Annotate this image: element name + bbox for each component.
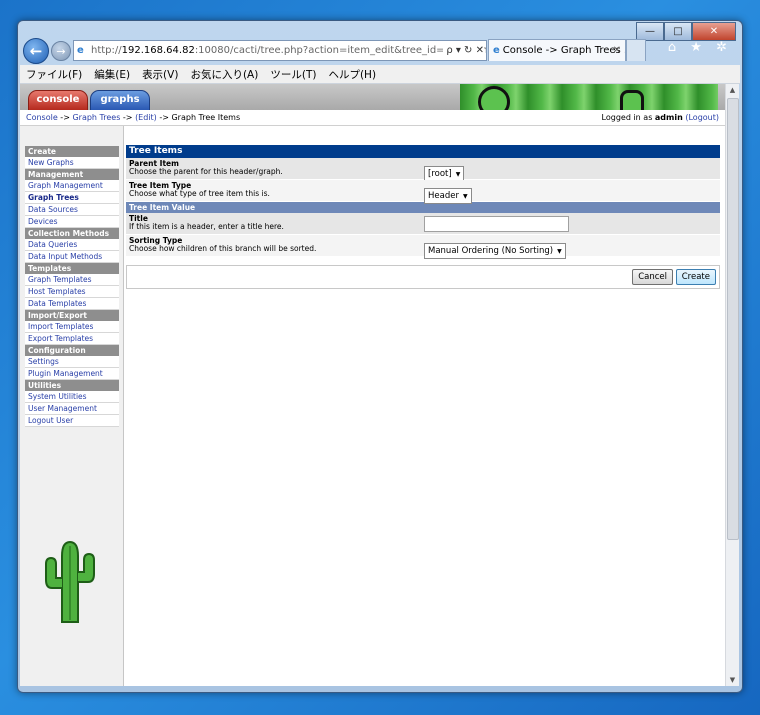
sorting-value: Manual Ordering (No Sorting) [428, 246, 554, 256]
url-prefix: http:// [91, 45, 122, 56]
scroll-thumb[interactable] [727, 98, 739, 540]
menu-edit[interactable]: 編集(E) [88, 67, 136, 82]
parent-item-desc: Choose the parent for this header/graph. [129, 167, 283, 176]
sidebar-section-header: Create [25, 146, 119, 157]
sidebar-section-header: Configuration [25, 345, 119, 356]
home-favorites-tools-icons[interactable]: ⌂ ★ ✲ [668, 40, 732, 55]
sidebar-item-settings[interactable]: Settings [25, 356, 119, 368]
cacti-header: console graphs [20, 84, 725, 124]
scroll-up-icon[interactable]: ▲ [726, 84, 739, 96]
menu-favorites[interactable]: お気に入り(A) [184, 67, 264, 82]
menu-tools[interactable]: ツール(T) [264, 67, 322, 82]
sidebar-section-header: Import/Export [25, 310, 119, 321]
browser-tab[interactable]: e Console -> Graph Trees ... ✕ [488, 39, 626, 61]
form-title: Tree Items [126, 145, 720, 158]
sorting-select[interactable]: Manual Ordering (No Sorting) ▼ [424, 243, 566, 259]
sidebar-item-user-management[interactable]: User Management [25, 403, 119, 415]
sidebar-item-data-templates[interactable]: Data Templates [25, 298, 119, 310]
sidebar-item-devices[interactable]: Devices [25, 216, 119, 228]
sidebar-section-header: Management [25, 169, 119, 180]
back-button[interactable]: ← [23, 38, 49, 64]
sidebar-item-new-graphs[interactable]: New Graphs [25, 157, 119, 169]
cacti-logo [45, 540, 95, 623]
tree-items-form: Tree Items Parent Item Choose the parent … [126, 145, 720, 289]
item-type-row: Tree Item Type Choose what type of tree i… [126, 180, 720, 204]
browser-window: — □ ✕ ← → e http://192.168.64.82:10080/ca… [17, 20, 743, 693]
breadcrumb-current: -> Graph Tree Items [156, 113, 241, 122]
sidebar-item-graph-trees[interactable]: Graph Trees [25, 192, 119, 204]
sidebar: Create New Graphs Management Graph Manageme… [20, 126, 124, 686]
menu-view[interactable]: 表示(V) [136, 67, 184, 82]
forward-button[interactable]: → [51, 41, 71, 61]
sidebar-item-data-sources[interactable]: Data Sources [25, 204, 119, 216]
menu-help[interactable]: ヘルプ(H) [322, 67, 382, 82]
chevron-down-icon: ▼ [462, 193, 468, 200]
parent-item-value: [root] [428, 169, 452, 179]
tab-ie-icon: e [493, 45, 500, 56]
create-button[interactable]: Create [675, 269, 716, 285]
sidebar-item-data-queries[interactable]: Data Queries [25, 239, 119, 251]
menu-file[interactable]: ファイル(F) [20, 67, 88, 82]
url-host: 192.168.64.82 [121, 45, 195, 56]
title-desc: If this item is a header, enter a title … [129, 222, 284, 231]
tab-title: Console -> Graph Trees ... [502, 45, 626, 56]
sidebar-item-import-templates[interactable]: Import Templates [25, 321, 119, 333]
sidebar-item-plugin-management[interactable]: Plugin Management [25, 368, 119, 380]
login-prefix: Logged in as [601, 113, 655, 122]
breadcrumb-edit-link[interactable]: (Edit) [135, 113, 157, 122]
item-type-value: Header [428, 191, 459, 201]
tree-item-value-header: Tree Item Value [126, 202, 720, 213]
menu-bar: ファイル(F) 編集(E) 表示(V) お気に入り(A) ツール(T) ヘルプ(… [20, 65, 740, 84]
sidebar-item-data-input-methods[interactable]: Data Input Methods [25, 251, 119, 263]
chevron-down-icon: ▼ [455, 171, 461, 178]
sidebar-section-header: Utilities [25, 380, 119, 391]
breadcrumb-sep: -> [57, 113, 73, 122]
breadcrumb-graph-trees-link[interactable]: Graph Trees [72, 113, 120, 122]
address-tools[interactable]: ρ ▾ ↻ ✕ [443, 41, 484, 60]
cancel-button[interactable]: Cancel [632, 269, 673, 285]
parent-item-row: Parent Item Choose the parent for this he… [126, 158, 720, 182]
sidebar-section-header: Collection Methods [25, 228, 119, 239]
console-tab[interactable]: console [28, 90, 88, 111]
tab-close-icon[interactable]: ✕ [613, 40, 621, 61]
breadcrumb: Console -> Graph Trees -> (Edit) -> Grap… [20, 110, 725, 126]
address-bar[interactable]: e http://192.168.64.82:10080/cacti/tree.p… [73, 40, 487, 61]
sorting-desc: Choose how children of this branch will … [129, 244, 317, 253]
login-user: admin [654, 113, 683, 122]
sorting-row: Sorting Type Choose how children of this … [126, 235, 720, 259]
logout-link[interactable]: (Logout) [685, 113, 719, 122]
sidebar-item-logout-user[interactable]: Logout User [25, 415, 119, 427]
sidebar-section-header: Templates [25, 263, 119, 274]
sidebar-item-system-utilities[interactable]: System Utilities [25, 391, 119, 403]
sidebar-item-graph-templates[interactable]: Graph Templates [25, 274, 119, 286]
cactus-banner-image [460, 84, 718, 124]
sidebar-item-host-templates[interactable]: Host Templates [25, 286, 119, 298]
graphs-tab[interactable]: graphs [90, 90, 150, 111]
breadcrumb-console-link[interactable]: Console [26, 113, 58, 122]
page-content: console graphs Console -> Graph Trees ->… [20, 84, 725, 686]
vertical-scrollbar[interactable]: ▲ ▼ [725, 84, 739, 686]
sidebar-menu: Create New Graphs Management Graph Manageme… [25, 146, 119, 427]
login-info: Logged in as admin (Logout) [602, 110, 719, 125]
sidebar-item-export-templates[interactable]: Export Templates [25, 333, 119, 345]
breadcrumb-sep: -> [120, 113, 136, 122]
title-row: Title If this item is a header, enter a t… [126, 213, 720, 235]
item-type-select[interactable]: Header ▼ [424, 188, 472, 204]
sidebar-item-graph-management[interactable]: Graph Management [25, 180, 119, 192]
form-actions: Cancel Create [126, 265, 720, 289]
item-type-desc: Choose what type of tree item this is. [129, 189, 270, 198]
title-input[interactable] [424, 216, 569, 232]
address-row: ← → e http://192.168.64.82:10080/cacti/tr… [20, 37, 740, 64]
chevron-down-icon: ▼ [557, 248, 562, 255]
ie-page-icon: e [77, 45, 84, 56]
new-tab-button[interactable] [626, 39, 646, 61]
scroll-down-icon[interactable]: ▼ [726, 674, 739, 686]
